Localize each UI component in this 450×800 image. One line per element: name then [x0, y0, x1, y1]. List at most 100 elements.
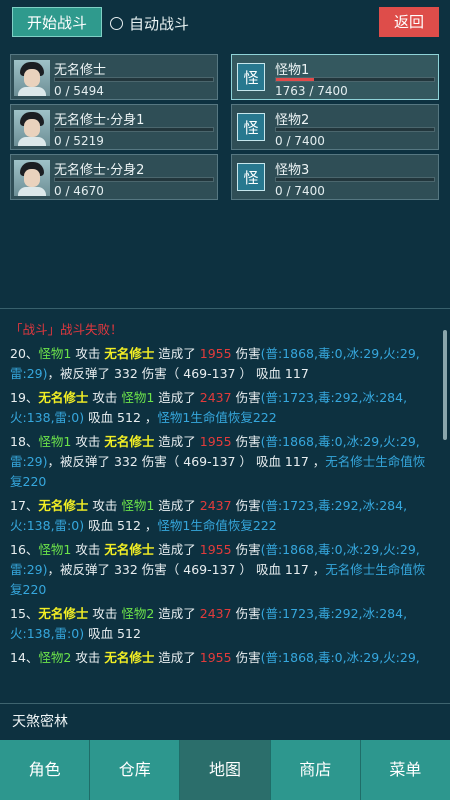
monster-icon: 怪 — [237, 163, 265, 191]
monster-name: 怪物3 — [275, 163, 310, 178]
log-entry-verb: 攻击 — [71, 542, 105, 557]
log-entry-verb: 攻击 — [88, 390, 122, 405]
monster-hp: 1763 / 7400 — [275, 84, 348, 98]
log-scrollbar[interactable] — [443, 330, 447, 440]
hero-hp: 0 / 4670 — [54, 184, 104, 198]
log-entry-number: 15、 — [10, 606, 39, 621]
hero-avatar — [14, 60, 50, 96]
log-entry: 19、无名修士 攻击 怪物1 造成了 2437 伤害(普:1723,毒:292,… — [10, 388, 433, 428]
log-entry-made: 造成了 — [154, 606, 200, 621]
hero-hp: 0 / 5219 — [54, 134, 104, 148]
log-entry-attacker: 无名修士 — [38, 498, 89, 513]
nav-item-storage[interactable]: 仓库 — [90, 740, 181, 800]
hero-hp-bar — [54, 177, 214, 182]
monster-hp-bar — [275, 177, 435, 182]
top-bar: 开始战斗 自动战斗 返回 — [0, 0, 450, 46]
log-entry-damage: 1955 — [199, 542, 232, 557]
radio-icon[interactable] — [110, 16, 123, 30]
log-entry-number: 14、 — [10, 650, 39, 665]
battle-result-title: 「战斗」战斗失败！ — [10, 322, 123, 337]
log-entry-target: 怪物1 — [121, 390, 155, 405]
auto-battle-toggle[interactable]: 自动战斗 — [110, 12, 189, 34]
log-entry-rest: ，被反弹了 332 伤害（ 469-137 ） 吸血 117 — [47, 366, 309, 381]
hero-name: 无名修士·分身2 — [54, 163, 145, 178]
hero-hp: 0 / 5494 — [54, 84, 104, 98]
log-entry-rest: 吸血 512 ， — [84, 410, 158, 425]
log-entry-damage: 2437 — [199, 606, 232, 621]
log-entry-number: 18、 — [10, 434, 39, 449]
log-entry-target: 怪物2 — [121, 606, 155, 621]
log-entry-damage-label: 伤害 — [231, 542, 261, 557]
log-entry-verb: 攻击 — [88, 498, 122, 513]
log-entry-damage-label: 伤害 — [231, 390, 261, 405]
log-entry-damage: 1955 — [199, 346, 232, 361]
log-entry-damage-label: 伤害 — [231, 650, 261, 665]
log-entry-damage: 1955 — [199, 650, 232, 665]
log-entry-damage-label: 伤害 — [231, 434, 261, 449]
log-entry-attacker: 怪物1 — [38, 346, 72, 361]
log-entry-damage-label: 伤害 — [231, 498, 261, 513]
log-entry-damage-label: 伤害 — [231, 606, 261, 621]
hero-name: 无名修士·分身1 — [54, 113, 145, 128]
log-entry-made: 造成了 — [154, 346, 200, 361]
hero-hp-bar — [54, 127, 214, 132]
log-entry-verb: 攻击 — [71, 650, 105, 665]
log-entry-damage-label: 伤害 — [231, 346, 261, 361]
monster-hp-bar — [275, 77, 435, 82]
log-entry-damage-detail: (普:1868,毒:0,冰:29,火:29, — [260, 650, 420, 665]
log-entry-rest: 吸血 512 — [84, 626, 141, 641]
back-button[interactable]: 返回 — [379, 7, 439, 37]
hero-card[interactable]: 无名修士·分身2 0 / 4670 — [10, 154, 218, 200]
monster-card[interactable]: 怪 怪物3 0 / 7400 — [231, 154, 439, 200]
log-entry-made: 造成了 — [154, 434, 200, 449]
auto-battle-label: 自动战斗 — [129, 14, 190, 33]
monster-card-selected[interactable]: 怪 怪物1 1763 / 7400 — [231, 54, 439, 100]
log-entry-made: 造成了 — [154, 650, 200, 665]
nav-item-role[interactable]: 角色 — [0, 740, 91, 800]
log-entry-damage: 2437 — [199, 390, 232, 405]
monster-icon: 怪 — [237, 113, 265, 141]
hero-avatar — [14, 110, 50, 146]
monster-hp: 0 / 7400 — [275, 184, 325, 198]
log-entry-rest: ，被反弹了 332 伤害（ 469-137 ） 吸血 117 ， — [47, 454, 326, 469]
monster-hp-bar — [275, 127, 435, 132]
log-entry-verb: 攻击 — [71, 346, 105, 361]
log-entry: 18、怪物1 攻击 无名修士 造成了 1955 伤害(普:1868,毒:0,冰:… — [10, 432, 433, 492]
log-entry-heal: 怪物1生命值恢复222 — [157, 410, 277, 425]
log-entry-target: 无名修士 — [104, 346, 155, 361]
hero-card[interactable]: 无名修士·分身1 0 / 5219 — [10, 104, 218, 150]
nav-item-shop[interactable]: 商店 — [270, 740, 361, 800]
location-label: 天煞密林 — [0, 703, 450, 740]
log-entry-made: 造成了 — [154, 390, 200, 405]
log-entry-damage: 1955 — [199, 434, 232, 449]
battle-log-content: 「战斗」战斗失败！ 20、怪物1 攻击 无名修士 造成了 1955 伤害(普:1… — [10, 320, 433, 672]
log-entry-attacker: 怪物1 — [38, 434, 72, 449]
battle-log[interactable]: 「战斗」战斗失败！ 20、怪物1 攻击 无名修士 造成了 1955 伤害(普:1… — [0, 308, 450, 702]
nav-item-map[interactable]: 地图 — [180, 740, 271, 800]
log-entry-target: 怪物1 — [121, 498, 155, 513]
hero-card[interactable]: 无名修士 0 / 5494 — [10, 54, 218, 100]
start-battle-button[interactable]: 开始战斗 — [12, 7, 102, 37]
monster-name: 怪物2 — [275, 113, 310, 128]
log-entry-number: 20、 — [10, 346, 39, 361]
log-entry: 14、怪物2 攻击 无名修士 造成了 1955 伤害(普:1868,毒:0,冰:… — [10, 648, 433, 668]
log-entry-number: 17、 — [10, 498, 39, 513]
log-entry-target: 无名修士 — [104, 650, 155, 665]
hero-name: 无名修士 — [54, 63, 107, 78]
monster-hp: 0 / 7400 — [275, 134, 325, 148]
bottom-nav: 角色 仓库 地图 商店 菜单 — [0, 740, 450, 800]
log-entry-made: 造成了 — [154, 542, 200, 557]
hero-avatar — [14, 160, 50, 196]
log-entry: 20、怪物1 攻击 无名修士 造成了 1955 伤害(普:1868,毒:0,冰:… — [10, 344, 433, 384]
log-entry: 15、无名修士 攻击 怪物2 造成了 2437 伤害(普:1723,毒:292,… — [10, 604, 433, 644]
log-entry-number: 16、 — [10, 542, 39, 557]
monster-icon: 怪 — [237, 63, 265, 91]
log-entry-heal: 怪物1生命值恢复222 — [157, 518, 277, 533]
log-entry-attacker: 怪物1 — [38, 542, 72, 557]
nav-item-menu[interactable]: 菜单 — [360, 740, 450, 800]
log-entry-attacker: 无名修士 — [38, 390, 89, 405]
battle-panel: 无名修士 0 / 5494 无名修士·分身1 0 / 5219 无名修士·分身2… — [0, 46, 450, 309]
log-entry-attacker: 怪物2 — [38, 650, 72, 665]
log-entry-number: 19、 — [10, 390, 39, 405]
monster-card[interactable]: 怪 怪物2 0 / 7400 — [231, 104, 439, 150]
